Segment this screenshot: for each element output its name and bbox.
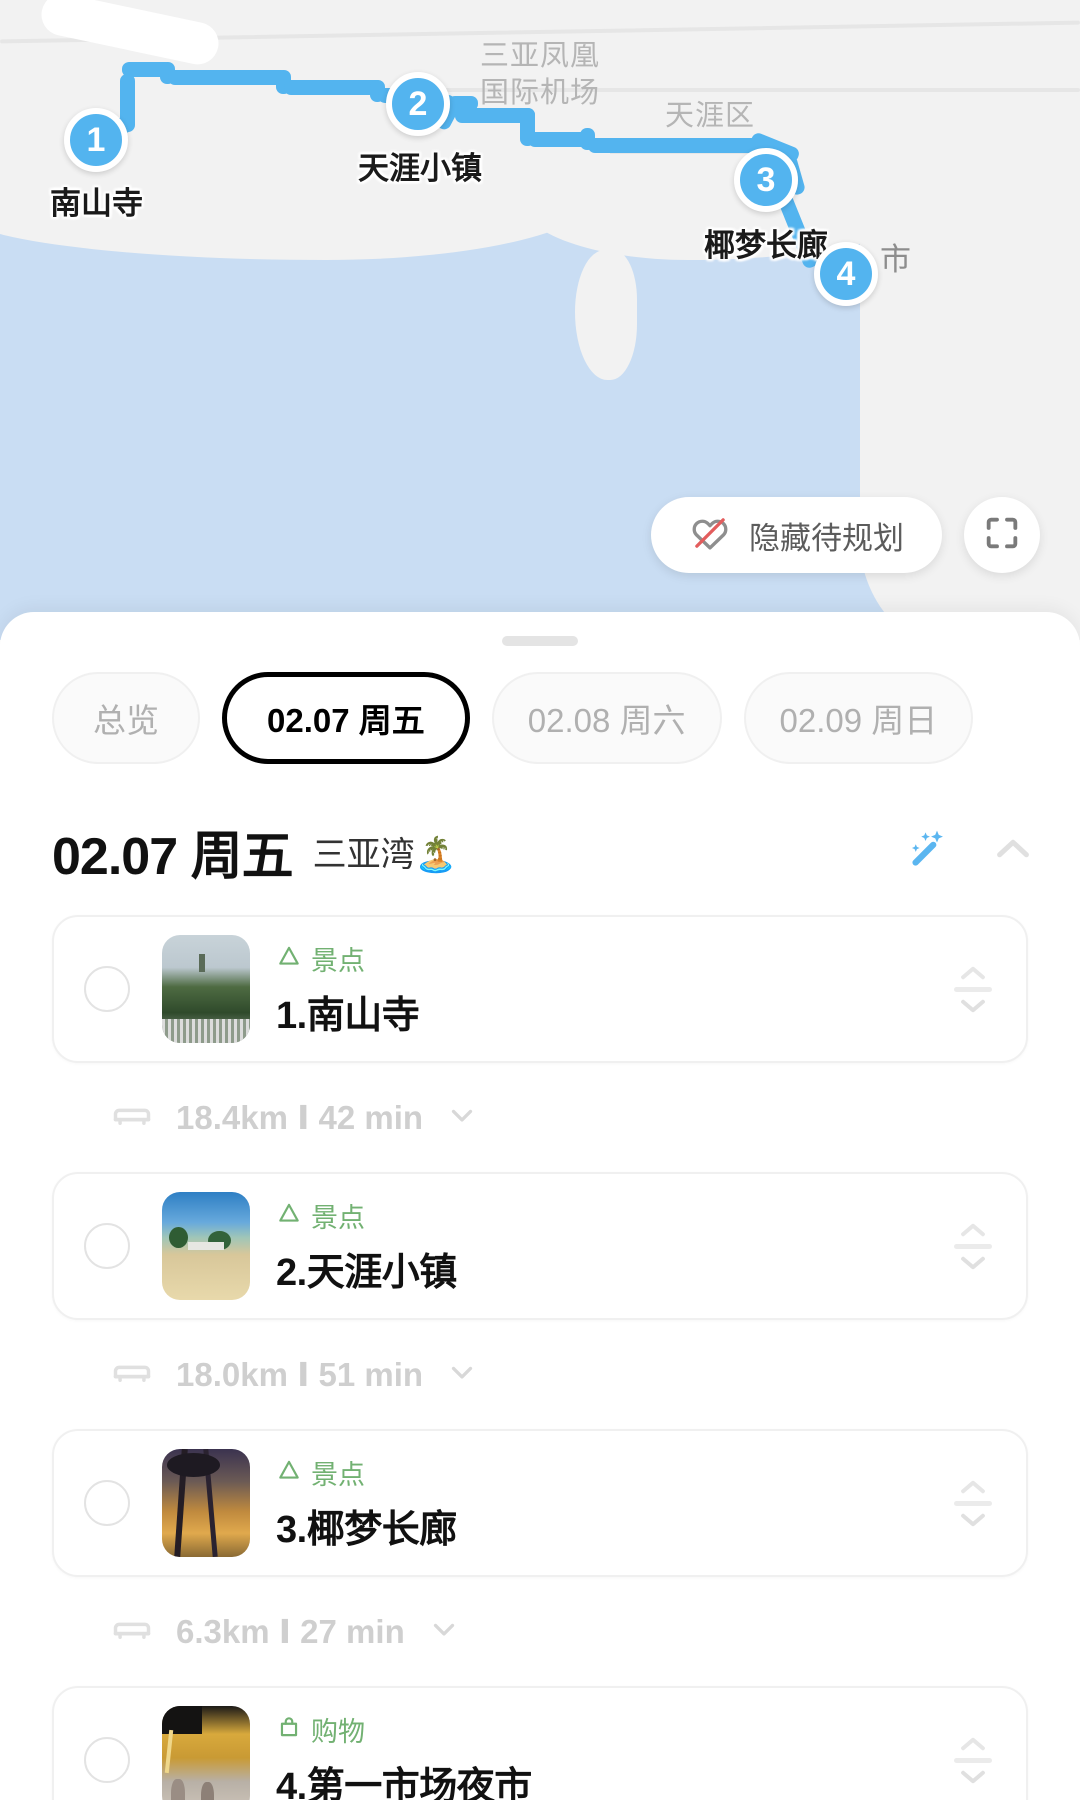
trip-planner-screen: 三亚凤凰 国际机场 天涯区 市 1 南山寺 2 天涯小镇 3 椰梦长廊 4 隐藏… bbox=[0, 0, 1080, 1800]
chevron-up-icon[interactable] bbox=[990, 826, 1036, 877]
item-category: 购物 bbox=[276, 1710, 950, 1749]
tab-day-0209[interactable]: 02.09 周日 bbox=[743, 672, 974, 764]
tab-label: 02.08 周六 bbox=[527, 702, 686, 739]
car-icon bbox=[110, 1350, 154, 1399]
item-checkbox[interactable] bbox=[84, 1223, 130, 1269]
map-marker-number: 2 bbox=[408, 84, 428, 123]
mountain-icon bbox=[276, 1457, 302, 1488]
mountain-icon bbox=[276, 1200, 302, 1231]
transit-row[interactable]: 6.3km Ⅰ 27 min bbox=[52, 1577, 1028, 1686]
map-canvas[interactable]: 三亚凤凰 国际机场 天涯区 市 1 南山寺 2 天涯小镇 3 椰梦长廊 4 隐藏… bbox=[0, 0, 1080, 640]
map-marker-number: 3 bbox=[756, 160, 776, 199]
map-poi-label-3: 椰梦长廊 bbox=[704, 228, 828, 263]
chevron-down-icon[interactable] bbox=[427, 1612, 461, 1651]
map-marker-2[interactable]: 2 bbox=[386, 72, 450, 136]
route-segment bbox=[168, 70, 288, 85]
item-category-label: 景点 bbox=[311, 1203, 365, 1233]
itinerary-item[interactable]: 景点 1.南山寺 bbox=[52, 915, 1028, 1063]
day-header: 02.07 周五 三亚湾🏝️ bbox=[0, 764, 1080, 889]
map-label-airport: 三亚凤凰 国际机场 bbox=[480, 40, 601, 110]
hide-unplanned-button[interactable]: 隐藏待规划 bbox=[651, 497, 942, 573]
car-icon bbox=[110, 1093, 154, 1142]
item-checkbox[interactable] bbox=[84, 1480, 130, 1526]
itinerary-item[interactable]: 购物 4.第一市场夜市 bbox=[52, 1686, 1028, 1800]
car-icon bbox=[110, 1607, 154, 1656]
heart-slash-icon bbox=[689, 512, 731, 559]
fullscreen-icon bbox=[982, 513, 1022, 558]
item-category-label: 购物 bbox=[311, 1717, 365, 1747]
drag-divider bbox=[954, 1500, 992, 1506]
item-category: 景点 bbox=[276, 1196, 950, 1235]
item-name: 3.椰梦长廊 bbox=[276, 1509, 457, 1551]
item-checkbox[interactable] bbox=[84, 1737, 130, 1783]
item-drag-handle[interactable] bbox=[950, 1221, 996, 1272]
item-name: 4.第一市场夜市 bbox=[276, 1766, 532, 1800]
item-category: 景点 bbox=[276, 1453, 950, 1492]
drag-divider bbox=[954, 1243, 992, 1249]
item-drag-handle[interactable] bbox=[950, 1478, 996, 1529]
item-name: 2.天涯小镇 bbox=[276, 1252, 457, 1294]
tab-day-0207[interactable]: 02.07 周五 bbox=[222, 672, 470, 764]
item-category-label: 景点 bbox=[311, 1460, 365, 1490]
tab-label: 02.09 周日 bbox=[779, 702, 938, 739]
map-island-a bbox=[575, 250, 637, 380]
magic-wand-sparkle-icon[interactable] bbox=[902, 824, 952, 879]
item-checkbox[interactable] bbox=[84, 966, 130, 1012]
item-category-label: 景点 bbox=[311, 946, 365, 976]
tab-overview[interactable]: 总览 bbox=[52, 672, 200, 764]
map-controls: 隐藏待规划 bbox=[0, 497, 1080, 573]
item-thumbnail[interactable] bbox=[162, 1706, 250, 1800]
transit-text: 18.0km Ⅰ 51 min bbox=[176, 1356, 424, 1393]
route-segment bbox=[528, 132, 588, 147]
itinerary-sheet: 总览 02.07 周五 02.08 周六 02.09 周日 02.07 周五 三… bbox=[0, 612, 1080, 1800]
item-category: 景点 bbox=[276, 939, 950, 978]
item-text: 购物 4.第一市场夜市 bbox=[276, 1710, 950, 1800]
tab-label: 总览 bbox=[93, 702, 159, 739]
item-text: 景点 2.天涯小镇 bbox=[276, 1196, 950, 1296]
drag-divider bbox=[954, 1757, 992, 1763]
fit-bounds-button[interactable] bbox=[964, 497, 1040, 573]
item-thumbnail[interactable] bbox=[162, 935, 250, 1043]
itinerary-item[interactable]: 景点 2.天涯小镇 bbox=[52, 1172, 1028, 1320]
transit-row[interactable]: 18.0km Ⅰ 51 min bbox=[52, 1320, 1028, 1429]
tab-label: 02.07 周五 bbox=[267, 702, 425, 739]
itinerary-list: 景点 1.南山寺 18.4km Ⅰ 42 min 景点 2.天涯小镇 18.0k… bbox=[0, 889, 1080, 1800]
item-name: 1.南山寺 bbox=[276, 995, 420, 1037]
item-text: 景点 1.南山寺 bbox=[276, 939, 950, 1039]
hide-unplanned-label: 隐藏待规划 bbox=[749, 520, 904, 556]
chevron-down-icon[interactable] bbox=[445, 1098, 479, 1137]
drag-divider bbox=[954, 986, 992, 992]
transit-text: 18.4km Ⅰ 42 min bbox=[176, 1099, 424, 1136]
map-marker-4[interactable]: 4 bbox=[814, 242, 878, 306]
map-marker-3[interactable]: 3 bbox=[734, 148, 798, 212]
shopping-bag-icon bbox=[276, 1714, 302, 1745]
day-header-place: 三亚湾🏝️ bbox=[312, 836, 457, 874]
sheet-drag-handle[interactable] bbox=[502, 636, 578, 646]
transit-row[interactable]: 18.4km Ⅰ 42 min bbox=[52, 1063, 1028, 1172]
tab-day-0208[interactable]: 02.08 周六 bbox=[491, 672, 722, 764]
item-drag-handle[interactable] bbox=[950, 964, 996, 1015]
route-segment bbox=[284, 80, 384, 95]
map-poi-label-2: 天涯小镇 bbox=[358, 151, 482, 186]
itinerary-item[interactable]: 景点 3.椰梦长廊 bbox=[52, 1429, 1028, 1577]
day-tabs: 总览 02.07 周五 02.08 周六 02.09 周日 bbox=[0, 646, 1080, 764]
map-marker-1[interactable]: 1 bbox=[64, 108, 128, 172]
map-marker-number: 1 bbox=[86, 120, 106, 159]
item-drag-handle[interactable] bbox=[950, 1735, 996, 1786]
item-thumbnail[interactable] bbox=[162, 1449, 250, 1557]
map-poi-label-1: 南山寺 bbox=[50, 186, 143, 221]
day-header-date: 02.07 周五 bbox=[52, 828, 294, 886]
transit-text: 6.3km Ⅰ 27 min bbox=[176, 1613, 405, 1650]
map-label-city-partial: 市 bbox=[880, 242, 912, 277]
item-thumbnail[interactable] bbox=[162, 1192, 250, 1300]
chevron-down-icon[interactable] bbox=[445, 1355, 479, 1394]
map-label-tianya-district: 天涯区 bbox=[665, 100, 756, 132]
route-segment bbox=[588, 138, 763, 153]
item-text: 景点 3.椰梦长廊 bbox=[276, 1453, 950, 1553]
map-marker-number: 4 bbox=[836, 254, 856, 293]
mountain-icon bbox=[276, 943, 302, 974]
